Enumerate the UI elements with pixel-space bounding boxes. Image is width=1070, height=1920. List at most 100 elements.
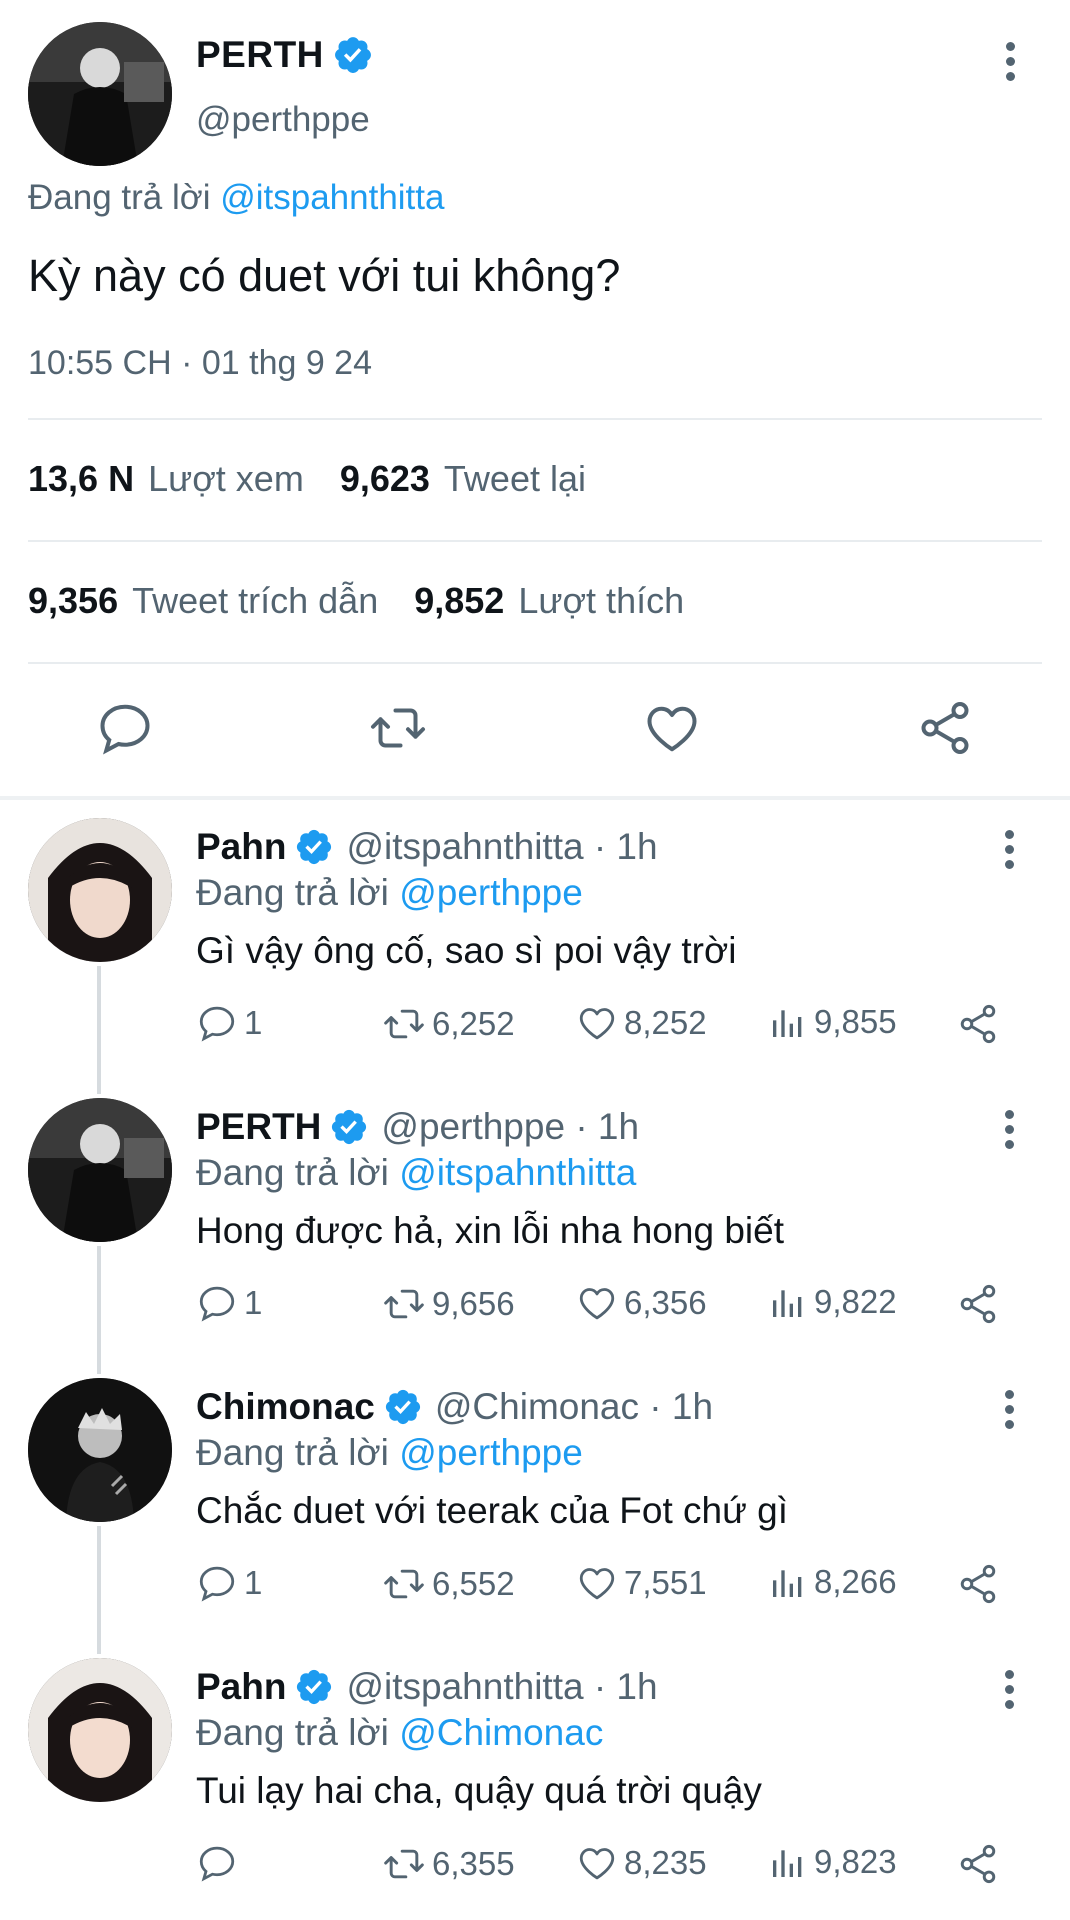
author-name[interactable]: Pahn bbox=[196, 826, 286, 868]
avatar[interactable] bbox=[28, 1658, 172, 1802]
more-icon[interactable] bbox=[1005, 1390, 1017, 1435]
more-icon[interactable] bbox=[1005, 830, 1017, 875]
views-icon bbox=[768, 1002, 808, 1042]
reply-header: PERTH @perthppe · 1h bbox=[196, 1106, 639, 1148]
like-button[interactable]: 8,235 bbox=[576, 1842, 707, 1884]
reply-header: Pahn @itspahnthitta · 1h bbox=[196, 826, 658, 868]
like-button[interactable]: 8,252 bbox=[576, 1002, 707, 1044]
retweet-count: 9,656 bbox=[432, 1285, 515, 1322]
more-icon[interactable] bbox=[1005, 1110, 1017, 1155]
share-icon[interactable] bbox=[915, 698, 975, 758]
quotes-label[interactable]: Tweet trích dẫn bbox=[132, 580, 378, 622]
replying-label: Đang trả lời bbox=[196, 1432, 400, 1473]
share-icon bbox=[956, 1562, 1000, 1606]
author-name[interactable]: PERTH bbox=[196, 34, 324, 76]
views-count: 9,822 bbox=[814, 1283, 897, 1320]
reply-header: Pahn @itspahnthitta · 1h bbox=[196, 1666, 658, 1708]
reply-tweet[interactable]: Chimonac @Chimonac · 1h Đang trả lời @pe… bbox=[0, 1366, 1070, 1646]
replying-label: Đang trả lời bbox=[196, 872, 400, 913]
retweet-icon[interactable] bbox=[368, 698, 428, 758]
reply-icon[interactable] bbox=[95, 698, 155, 758]
like-count: 7,551 bbox=[624, 1564, 707, 1601]
share-button[interactable] bbox=[956, 1562, 1006, 1606]
views-icon bbox=[768, 1562, 808, 1602]
share-button[interactable] bbox=[956, 1002, 1006, 1046]
replying-to-link[interactable]: @itspahnthitta bbox=[399, 1152, 636, 1193]
share-button[interactable] bbox=[956, 1842, 1006, 1886]
replying-to-link[interactable]: @Chimonac bbox=[399, 1712, 603, 1753]
like-icon bbox=[576, 1002, 618, 1044]
like-count: 8,235 bbox=[624, 1844, 707, 1881]
retweet-button[interactable]: 6,552 bbox=[382, 1562, 515, 1606]
reply-button[interactable]: 1 bbox=[196, 1282, 262, 1324]
avatar[interactable] bbox=[28, 818, 172, 962]
tweet-timestamp[interactable]: 10:55 CH · 01 thg 9 24 bbox=[28, 344, 372, 383]
author-name[interactable]: Chimonac bbox=[196, 1386, 375, 1428]
tweet-metrics: 1 6,552 7,551 8,266 bbox=[196, 1562, 1016, 1612]
stats-row-quotes-likes: 9,356 Tweet trích dẫn 9,852 Lượt thích bbox=[28, 580, 720, 622]
views-button[interactable]: 9,855 bbox=[768, 1002, 897, 1042]
retweet-icon bbox=[382, 1002, 426, 1046]
share-icon bbox=[956, 1842, 1000, 1886]
author-handle[interactable]: @perthppe · 1h bbox=[381, 1106, 639, 1148]
share-icon bbox=[956, 1282, 1000, 1326]
retweet-count: 6,252 bbox=[432, 1005, 515, 1042]
author-name[interactable]: PERTH bbox=[196, 1106, 321, 1148]
likes-label[interactable]: Lượt thích bbox=[518, 580, 684, 622]
like-icon bbox=[576, 1282, 618, 1324]
more-icon[interactable] bbox=[1005, 1670, 1017, 1715]
views-button[interactable]: 9,823 bbox=[768, 1842, 897, 1882]
main-tweet: PERTH @perthppe Đang trả lời @itspahnthi… bbox=[0, 0, 1070, 800]
tweet-text: Gì vậy ông cố, sao sì poi vậy trời bbox=[196, 930, 737, 971]
share-button[interactable] bbox=[956, 1282, 1006, 1326]
reply-button[interactable] bbox=[196, 1842, 244, 1884]
retweet-button[interactable]: 9,656 bbox=[382, 1282, 515, 1326]
tweet-text: Tui lạy hai cha, quậy quá trời quậy bbox=[196, 1770, 762, 1811]
retweets-count: 9,623 bbox=[339, 458, 430, 499]
author-handle[interactable]: @itspahnthitta · 1h bbox=[346, 826, 657, 868]
divider bbox=[0, 796, 1070, 800]
replying-to-link[interactable]: @itspahnthitta bbox=[220, 178, 444, 217]
author-handle[interactable]: @itspahnthitta · 1h bbox=[346, 1666, 657, 1708]
more-icon[interactable] bbox=[1006, 42, 1018, 87]
views-icon bbox=[768, 1282, 808, 1322]
like-count: 8,252 bbox=[624, 1004, 707, 1041]
avatar[interactable] bbox=[28, 22, 172, 166]
replying-label: Đang trả lời bbox=[28, 178, 221, 217]
like-button[interactable]: 7,551 bbox=[576, 1562, 707, 1604]
views-label[interactable]: Lượt xem bbox=[148, 458, 304, 500]
quotes-count: 9,356 bbox=[28, 580, 119, 621]
reply-tweet[interactable]: PERTH @perthppe · 1h Đang trả lời @itspa… bbox=[0, 1086, 1070, 1366]
author-handle[interactable]: @perthppe bbox=[196, 100, 370, 140]
retweet-button[interactable]: 6,252 bbox=[382, 1002, 515, 1046]
reply-button[interactable]: 1 bbox=[196, 1562, 262, 1604]
reply-button[interactable]: 1 bbox=[196, 1002, 262, 1044]
reply-tweet[interactable]: Pahn @itspahnthitta · 1h Đang trả lời @p… bbox=[0, 806, 1070, 1086]
like-button[interactable]: 6,356 bbox=[576, 1282, 707, 1324]
like-count: 6,356 bbox=[624, 1284, 707, 1321]
replying-to: Đang trả lời @itspahnthitta bbox=[28, 178, 444, 218]
retweets-label[interactable]: Tweet lại bbox=[444, 458, 586, 500]
author-name[interactable]: Pahn bbox=[196, 1666, 286, 1708]
reply-icon bbox=[196, 1002, 238, 1044]
views-count: 9,855 bbox=[814, 1003, 897, 1040]
avatar[interactable] bbox=[28, 1098, 172, 1242]
author-handle[interactable]: @Chimonac · 1h bbox=[435, 1386, 713, 1428]
reply-tweet[interactable]: Pahn @itspahnthitta · 1h Đang trả lời @C… bbox=[0, 1646, 1070, 1920]
views-button[interactable]: 8,266 bbox=[768, 1562, 897, 1602]
like-icon[interactable] bbox=[642, 698, 702, 758]
replying-to-link[interactable]: @perthppe bbox=[399, 1432, 583, 1473]
retweet-button[interactable]: 6,355 bbox=[382, 1842, 515, 1886]
tweet-text: Hong được hả, xin lỗi nha hong biết bbox=[196, 1210, 784, 1251]
share-icon bbox=[956, 1002, 1000, 1046]
avatar[interactable] bbox=[28, 1378, 172, 1522]
tweet-text: Kỳ này có duet với tui không? bbox=[28, 250, 621, 301]
retweet-icon bbox=[382, 1562, 426, 1606]
reply-header: Chimonac @Chimonac · 1h bbox=[196, 1386, 713, 1428]
views-button[interactable]: 9,822 bbox=[768, 1282, 897, 1322]
tweet-text: Chắc duet với teerak của Fot chứ gì bbox=[196, 1490, 788, 1531]
like-icon bbox=[576, 1562, 618, 1604]
views-count: 13,6 N bbox=[28, 458, 135, 499]
replying-to-link[interactable]: @perthppe bbox=[399, 872, 583, 913]
verified-badge-icon bbox=[294, 1667, 334, 1707]
